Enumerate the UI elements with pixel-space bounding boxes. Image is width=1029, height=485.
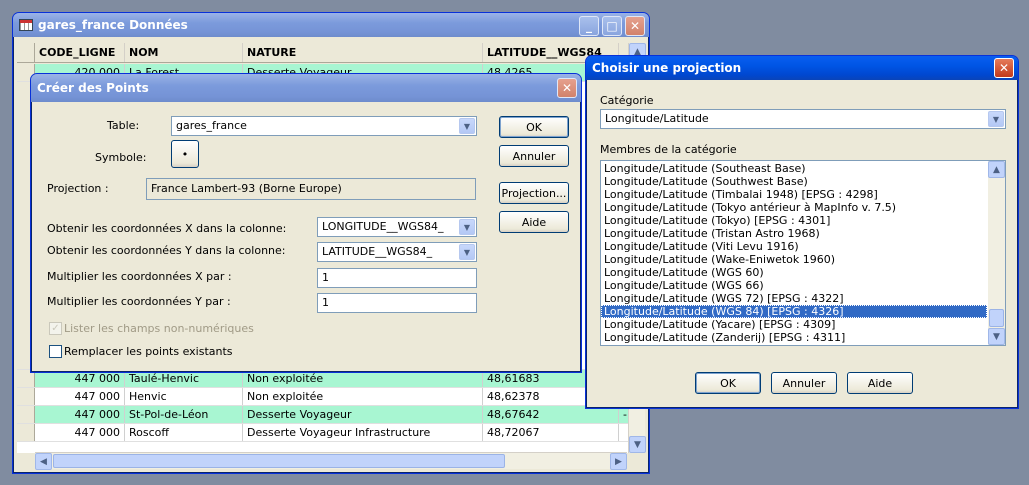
table-select-value: gares_france [176,119,247,132]
projection-dialog-title: Choisir une projection [592,61,742,75]
cell-nature: Desserte Voyageur Infrastructure [243,424,483,441]
chevron-down-icon[interactable]: ▼ [459,118,475,134]
horizontal-scrollbar[interactable]: ◀ ▶ [35,452,627,470]
table-window-titlebar[interactable]: gares_france Données _ □ ✕ [13,13,649,37]
y-column-value: LATITUDE__WGS84_ [322,245,433,258]
cell-nom: Henvic [125,388,243,405]
list-item[interactable]: Longitude/Latitude (Southeast Base) [601,162,987,175]
row-selector[interactable] [17,406,35,423]
x-column-value: LONGITUDE__WGS84_ [322,220,444,233]
scroll-left-arrow[interactable]: ◀ [35,453,52,470]
create-points-title: Créer des Points [37,81,149,95]
ok-button[interactable]: OK [695,372,761,394]
chevron-down-icon[interactable]: ▼ [459,244,475,260]
chevron-down-icon[interactable]: ▼ [459,219,475,235]
list-item[interactable]: Longitude/Latitude (WGS 60) [601,266,987,279]
list-item[interactable]: Longitude/Latitude (WGS 84) [EPSG : 4326… [601,305,987,318]
multiply-x-input[interactable]: 1 [317,268,477,288]
symbol-button[interactable]: • [171,140,199,168]
minimize-button[interactable]: _ [579,16,599,36]
table-icon [19,19,33,31]
cell-nom: Roscoff [125,424,243,441]
cancel-button[interactable]: Annuler [499,145,569,167]
projection-titlebar[interactable]: Choisir une projection ✕ [586,56,1018,80]
create-points-dialog: Créer des Points ✕ Table: gares_france ▼… [30,73,582,373]
help-button[interactable]: Aide [847,372,913,394]
category-value: Longitude/Latitude [605,112,709,125]
list-item[interactable]: Longitude/Latitude (Tristan Astro 1968) [601,227,987,240]
table-select[interactable]: gares_france ▼ [171,116,477,136]
list-item[interactable]: Longitude/Latitude (Tokyo) [EPSG : 4301] [601,214,987,227]
list-item[interactable]: Longitude/Latitude (Timbalai 1948) [EPSG… [601,188,987,201]
list-item[interactable]: Longitude/Latitude (Viti Levu 1916) [601,240,987,253]
table-window-title: gares_france Données [38,18,188,32]
close-button[interactable]: ✕ [994,58,1014,78]
column-header-nom[interactable]: NOM [125,43,243,62]
symbol-dot-icon: • [181,147,189,161]
table-row[interactable]: 447 000 Roscoff Desserte Voyageur Infrastr… [17,424,629,442]
category-select[interactable]: Longitude/Latitude ▼ [600,109,1006,129]
table-row[interactable]: 447 000HenvicNon exploitée48,62378- [17,388,629,406]
x-column-label: Obtenir les coordonnées X dans la colonn… [47,222,287,235]
ok-button[interactable]: OK [499,116,569,138]
replace-points-checkbox[interactable] [49,345,62,358]
list-nonnumeric-checkbox[interactable]: ✓ [49,322,62,335]
list-item[interactable]: Longitude/Latitude (Tokyo antérieur à Ma… [601,201,987,214]
grid-header: CODE_LIGNE NOM NATURE LATITUDE__WGS84_ [17,43,645,63]
category-label: Catégorie [600,94,654,107]
list-item[interactable]: Longitude/Latitude (Southwest Base) [601,175,987,188]
multiply-y-input[interactable]: 1 [317,293,477,313]
y-column-select[interactable]: LATITUDE__WGS84_ ▼ [317,242,477,262]
maximize-button[interactable]: □ [602,16,622,36]
scroll-down-arrow[interactable]: ▼ [629,436,646,453]
list-item[interactable]: Longitude/Latitude (WGS 66) [601,279,987,292]
cell-code: 447 000 [35,406,125,423]
column-header-code-ligne[interactable]: CODE_LIGNE [35,43,125,62]
projection-value: France Lambert-93 (Borne Europe) [146,178,476,200]
projection-dialog: Choisir une projection ✕ Catégorie Longi… [585,55,1019,409]
create-points-titlebar[interactable]: Créer des Points ✕ [31,74,581,102]
y-column-label: Obtenir les coordonnées Y dans la colonn… [47,244,286,257]
list-item[interactable]: Longitude/Latitude (Wake-Eniwetok 1960) [601,253,987,266]
chevron-down-icon[interactable]: ▼ [988,111,1004,127]
cell-nature: Desserte Voyageur [243,406,483,423]
column-header-nature[interactable]: NATURE [243,43,483,62]
scroll-up-arrow[interactable]: ▲ [988,161,1005,178]
list-item[interactable]: Longitude/Latitude (Yacare) [EPSG : 4309… [601,318,987,331]
members-scroll-thumb[interactable] [989,309,1004,327]
cell-nature: Non exploitée [243,388,483,405]
list-item[interactable]: Longitude/Latitude (Zanderij) [EPSG : 43… [601,331,987,344]
multiply-y-label: Multiplier les coordonnées Y par : [47,295,231,308]
table-row[interactable]: 447 000 St-Pol-de-Léon Desserte Voyageur 48… [17,406,629,424]
cell-code: 447 000 [35,388,125,405]
symbol-label: Symbole: [95,151,147,164]
cell-nom: St-Pol-de-Léon [125,406,243,423]
cancel-button[interactable]: Annuler [771,372,837,394]
projection-button[interactable]: Projection... [499,182,569,204]
projection-label: Projection : [47,182,109,195]
table-label: Table: [107,119,140,132]
members-scrollbar[interactable]: ▲ ▼ [988,161,1005,345]
list-item[interactable]: Longitude/Latitude (WGS 72) [EPSG : 4322… [601,292,987,305]
row-selector[interactable] [17,424,35,441]
members-label: Membres de la catégorie [600,143,737,156]
close-button[interactable]: ✕ [625,16,645,36]
list-nonnumeric-label: Lister les champs non-numériques [64,322,254,335]
multiply-x-label: Multiplier les coordonnées X par : [47,270,232,283]
row-selector[interactable] [17,388,35,405]
horizontal-scroll-thumb[interactable] [53,454,505,468]
replace-points-label: Remplacer les points existants [64,345,233,358]
help-button[interactable]: Aide [499,211,569,233]
scroll-down-arrow[interactable]: ▼ [988,328,1005,345]
close-button[interactable]: ✕ [557,78,577,98]
x-column-select[interactable]: LONGITUDE__WGS84_ ▼ [317,217,477,237]
cell-code: 447 000 [35,424,125,441]
scroll-right-arrow[interactable]: ▶ [610,453,627,470]
cell-lat: 48,72067 [483,424,619,441]
members-listbox[interactable]: Longitude/Latitude (Southeast Base) Longi… [600,160,1006,346]
